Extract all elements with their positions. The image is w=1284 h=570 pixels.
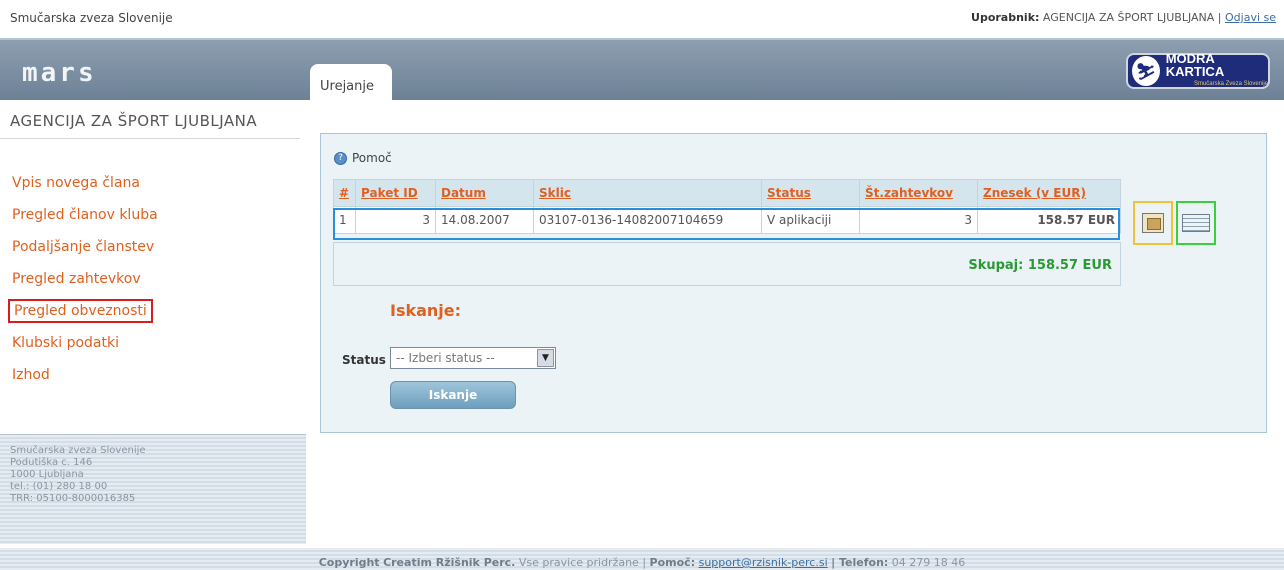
sidebar-item-pregled-clanov-kluba[interactable]: Pregled članov kluba (12, 202, 158, 234)
sidebar-item-pregled-obveznosti[interactable]: Pregled obveznosti (8, 298, 158, 330)
cell-sklic: 03107-0136-14082007104659 (533, 206, 762, 234)
company-name: Creatim Ržišnik Perc. (383, 556, 516, 569)
address-box: Smučarska zveza Slovenije Podutiška c. 1… (0, 434, 306, 544)
copyright-prefix: Copyright (318, 556, 380, 569)
phone-label: | Telefon: (831, 556, 889, 569)
user-label: Uporabnik: (971, 11, 1040, 24)
column-header-st-zahtevkov[interactable]: Št.zahtevkov (859, 179, 978, 207)
brand-text: MODRA KARTICA Smučarska Zveza Slovenije (1166, 52, 1268, 91)
sidebar-divider (0, 138, 300, 139)
sidebar: AGENCIJA ZA ŠPORT LJUBLJANA Vpis novega … (0, 100, 306, 570)
mars-logo: mars (22, 58, 97, 88)
cell-paket-id: 3 (355, 206, 436, 234)
modra-kartica-logo: ⛷ MODRA KARTICA Smučarska Zveza Slovenij… (1126, 52, 1270, 91)
sidebar-nav: Vpis novega člana Pregled članov kluba P… (8, 170, 158, 394)
table-header-row: # Paket ID Datum Sklic Status Št.zahtevk… (333, 179, 1121, 207)
cell-status: V aplikaciji (761, 206, 860, 234)
skier-icon: ⛷ (1132, 56, 1160, 86)
user-name: AGENCIJA ZA ŠPORT LJUBLJANA (1042, 11, 1215, 24)
status-label: Status (342, 353, 386, 367)
print-document-icon (1142, 213, 1164, 233)
help-label: Pomoč (352, 151, 392, 165)
address-line: Smučarska zveza Slovenije (10, 445, 146, 456)
table-row[interactable]: 1 3 14.08.2007 03107-0136-14082007104659… (333, 206, 1121, 234)
help-link[interactable]: ? Pomoč (334, 151, 392, 165)
column-header-status[interactable]: Status (761, 179, 860, 207)
address-line: Podutiška c. 146 (10, 457, 93, 468)
sidebar-item-klubski-podatki[interactable]: Klubski podatki (12, 330, 158, 362)
sidebar-item-podaljsanje-clanstev[interactable]: Podaljšanje članstev (12, 234, 158, 266)
column-header-number[interactable]: # (333, 179, 356, 207)
status-select[interactable]: -- Izberi status -- ▼ (390, 347, 556, 369)
cell-number: 1 (333, 206, 356, 234)
logout-link[interactable]: Odjavi se (1225, 11, 1276, 24)
column-header-sklic[interactable]: Sklic (533, 179, 762, 207)
support-email-link[interactable]: support@rzisnik-perc.si (699, 556, 828, 569)
details-action-button[interactable] (1176, 201, 1216, 245)
tab-urejanje[interactable]: Urejanje (310, 64, 392, 102)
organization-name: Smučarska zveza Slovenije (10, 11, 173, 25)
chevron-down-icon[interactable]: ▼ (537, 349, 554, 367)
help-icon: ? (334, 151, 347, 165)
print-action-button[interactable] (1133, 201, 1173, 245)
column-header-datum[interactable]: Datum (435, 179, 534, 207)
address-line: tel.: (01) 280 18 00 (10, 481, 108, 492)
club-name: AGENCIJA ZA ŠPORT LJUBLJANA (10, 112, 258, 130)
total-row: Skupaj: 158.57 EUR (333, 242, 1121, 286)
address-line: TRR: 05100-8000016385 (10, 493, 136, 504)
rights-text: Vse pravice pridržane | (518, 556, 647, 569)
cell-datum: 14.08.2007 (435, 206, 534, 234)
header-band (0, 38, 1284, 100)
sidebar-item-pregled-zahtevkov[interactable]: Pregled zahtevkov (12, 266, 158, 298)
list-details-icon (1182, 214, 1210, 232)
user-info: Uporabnik: AGENCIJA ZA ŠPORT LJUBLJANA |… (971, 11, 1276, 24)
brand-title: MODRA KARTICA (1165, 50, 1225, 79)
address-line: 1000 Ljubljana (10, 469, 84, 480)
status-select-value: -- Izberi status -- (396, 351, 495, 365)
top-bar: Smučarska zveza Slovenije Uporabnik: AGE… (0, 0, 1284, 38)
brand-subtitle: Smučarska Zveza Slovenije (1193, 80, 1268, 87)
search-button[interactable]: Iskanje (390, 381, 516, 409)
cell-st-zahtevkov: 3 (859, 206, 978, 234)
sidebar-item-vpis-novega-clana[interactable]: Vpis novega člana (12, 170, 158, 202)
column-header-paket-id[interactable]: Paket ID (355, 179, 436, 207)
obligations-table: # Paket ID Datum Sklic Status Št.zahtevk… (333, 179, 1121, 234)
search-title: Iskanje: (390, 301, 462, 320)
sidebar-item-izhod[interactable]: Izhod (12, 362, 158, 394)
user-separator: | (1217, 11, 1222, 24)
total-amount: Skupaj: 158.57 EUR (968, 258, 1112, 273)
phone-number: 04 279 18 46 (891, 556, 966, 569)
copyright-footer: Copyright Creatim Ržišnik Perc. Vse prav… (0, 548, 1284, 570)
column-header-znesek[interactable]: Znesek (v EUR) (977, 179, 1121, 207)
cell-znesek: 158.57 EUR (977, 206, 1121, 234)
help-contact-label: Pomoč: (649, 556, 696, 569)
